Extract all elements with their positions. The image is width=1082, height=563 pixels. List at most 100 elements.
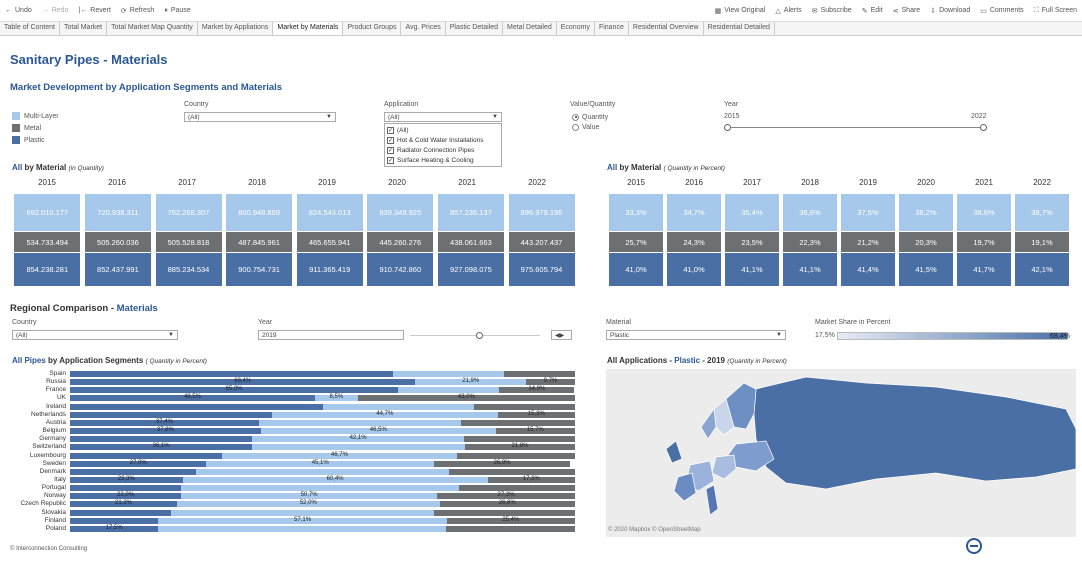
bar-segment-multilayer[interactable]: 38,7% (1015, 194, 1069, 231)
hbar-segment[interactable] (458, 485, 575, 492)
bar-segment-metal[interactable]: 443.207.437 (508, 232, 575, 252)
stacked-column[interactable]: 762.268.307 505.528.818 885.234.534 (155, 194, 222, 287)
tab-item[interactable]: Table of Content (0, 22, 60, 35)
bar-segment-metal[interactable]: 21,2% (841, 232, 895, 252)
legend-item[interactable]: Multi-Layer (12, 112, 59, 120)
stacked-column[interactable]: 857.236.137 438.061.663 927.098.075 (437, 194, 504, 287)
hbar-segment[interactable] (70, 403, 323, 410)
hbar-segment[interactable] (474, 403, 575, 410)
radio-quantity[interactable]: Quantity (572, 112, 608, 122)
legend-item[interactable]: Plastic (12, 136, 59, 144)
bar-segment-metal[interactable]: 23,5% (725, 232, 779, 252)
bar-segment-multilayer[interactable]: 839.349.925 (367, 194, 434, 231)
bar-segment-plastic[interactable]: 41,1% (783, 253, 837, 286)
bar-segment-metal[interactable]: 445.260.276 (367, 232, 434, 252)
checkbox-item[interactable]: ✓ Hot & Cold Water Installations (387, 135, 499, 145)
bar-segment-plastic[interactable]: 854.238.281 (14, 253, 81, 286)
bar-segment-multilayer[interactable]: 37,5% (841, 194, 895, 231)
hbar-segment[interactable] (158, 525, 447, 532)
hbar-segment[interactable] (398, 387, 500, 394)
bar-segment-metal[interactable]: 19,1% (1015, 232, 1069, 252)
stacked-column[interactable]: 36,6% 22,3% 41,1% (783, 194, 837, 287)
hbar-segment[interactable] (70, 509, 171, 516)
hbar-segment[interactable] (70, 411, 272, 418)
redo-button[interactable]: → Redo (37, 7, 74, 14)
bar-segment-metal[interactable]: 487.845.961 (226, 232, 293, 252)
stacked-column[interactable]: 896.979.196 443.207.437 975.605.794 (508, 194, 575, 287)
bar-segment-plastic[interactable]: 41,0% (609, 253, 663, 286)
tab-item[interactable]: Market by Appliations (198, 22, 274, 35)
hbar-segment[interactable] (70, 485, 182, 492)
bar-segment-plastic[interactable]: 927.098.075 (437, 253, 504, 286)
share-button[interactable]: ⋖ Share (888, 7, 926, 15)
stacked-column[interactable]: 692.010.177 534.733.494 854.238.281 (14, 194, 81, 287)
tab-item[interactable]: Market by Materials (273, 22, 344, 35)
bar-segment-multilayer[interactable]: 36,6% (783, 194, 837, 231)
material-select[interactable]: Plastic ▼ (606, 330, 786, 340)
radio-value[interactable]: Value (572, 122, 608, 132)
bar-segment-plastic[interactable]: 975.605.794 (508, 253, 575, 286)
stacked-column[interactable]: 800.948.869 487.845.961 900.754.731 (226, 194, 293, 287)
regional-country-select[interactable]: (All) ▼ (12, 330, 178, 340)
stacked-column[interactable]: 824.543.013 465.655.941 911.365.419 (296, 194, 363, 287)
checkbox-item[interactable]: ✓ (All) (387, 125, 499, 135)
map-reset-icon[interactable] (966, 538, 982, 554)
tab-item[interactable]: Residential Overview (629, 22, 704, 35)
year-range-end-handle[interactable] (980, 124, 987, 131)
bar-segment-plastic[interactable]: 885.234.534 (155, 253, 222, 286)
bar-segment-multilayer[interactable]: 35,4% (725, 194, 779, 231)
tab-item[interactable]: Metal Detailed (503, 22, 557, 35)
legend-item[interactable]: Metal (12, 124, 59, 132)
stacked-column[interactable]: 38,7% 19,1% 42,1% (1015, 194, 1069, 287)
undo-button[interactable]: ← Undo (0, 7, 37, 14)
bar-segment-plastic[interactable]: 41,0% (667, 253, 721, 286)
bar-segment-multilayer[interactable]: 857.236.137 (437, 194, 504, 231)
bar-segment-metal[interactable]: 505.260.036 (84, 232, 151, 252)
year-range-start-handle[interactable] (724, 124, 731, 131)
bar-segment-metal[interactable]: 505.528.818 (155, 232, 222, 252)
view-original-button[interactable]: ▦ View Original (710, 7, 771, 15)
bar-segment-plastic[interactable]: 910.742.860 (367, 253, 434, 286)
tab-item[interactable]: Total Market (60, 22, 108, 35)
bar-segment-multilayer[interactable]: 38,2% (899, 194, 953, 231)
hbar-segment[interactable] (433, 509, 575, 516)
stacked-column[interactable]: 35,4% 23,5% 41,1% (725, 194, 779, 287)
tab-item[interactable]: Plastic Detailed (446, 22, 503, 35)
bar-segment-multilayer[interactable]: 720.938.311 (84, 194, 151, 231)
bar-segment-plastic[interactable]: 41,5% (899, 253, 953, 286)
stacked-column[interactable]: 839.349.925 445.260.276 910.742.860 (367, 194, 434, 287)
bar-segment-multilayer[interactable]: 896.979.196 (508, 194, 575, 231)
hbar-segment[interactable] (70, 371, 394, 377)
hbar-segment[interactable] (464, 436, 575, 443)
tab-item[interactable]: Total Market Map Quantity (107, 22, 198, 35)
stacked-column[interactable]: 34,7% 24,3% 41,0% (667, 194, 721, 287)
stacked-column[interactable]: 33,3% 25,7% 41,0% (609, 194, 663, 287)
stacked-column[interactable]: 38,2% 20,3% 41,5% (899, 194, 953, 287)
tab-item[interactable]: Economy (557, 22, 595, 35)
regional-year-handle[interactable] (476, 332, 483, 339)
hbar-segment[interactable] (70, 517, 159, 524)
alerts-button[interactable]: △ Alerts (770, 7, 806, 15)
bar-segment-plastic[interactable]: 41,4% (841, 253, 895, 286)
bar-segment-metal[interactable]: 534.733.494 (14, 232, 81, 252)
bar-segment-multilayer[interactable]: 824.543.013 (296, 194, 363, 231)
full-screen-button[interactable]: ⛶ Full Screen (1029, 7, 1082, 15)
bar-segment-metal[interactable]: 20,3% (899, 232, 953, 252)
hbar-segment[interactable] (252, 444, 465, 451)
hbar-segment[interactable] (70, 468, 197, 475)
bar-segment-metal[interactable]: 465.655.941 (296, 232, 363, 252)
application-select[interactable]: (All) ▼ (384, 112, 502, 122)
bar-segment-plastic[interactable]: 900.754.731 (226, 253, 293, 286)
tab-item[interactable]: Product Groups (343, 22, 402, 35)
bar-segment-metal[interactable]: 438.061.663 (437, 232, 504, 252)
bar-segment-multilayer[interactable]: 34,7% (667, 194, 721, 231)
comments-button[interactable]: ▭ Comments (975, 7, 1028, 15)
hbar-segment[interactable] (196, 468, 449, 475)
hbar-segment[interactable] (322, 403, 474, 410)
tab-item[interactable]: Finance (595, 22, 629, 35)
tab-item[interactable]: Avg. Prices (401, 22, 446, 35)
hbar-segment[interactable] (504, 371, 575, 377)
pause-button[interactable]: ⏸ Pause (159, 7, 195, 15)
hbar-segment[interactable] (70, 436, 252, 443)
stacked-column[interactable]: 720.938.311 505.260.036 852.437.991 (84, 194, 151, 287)
